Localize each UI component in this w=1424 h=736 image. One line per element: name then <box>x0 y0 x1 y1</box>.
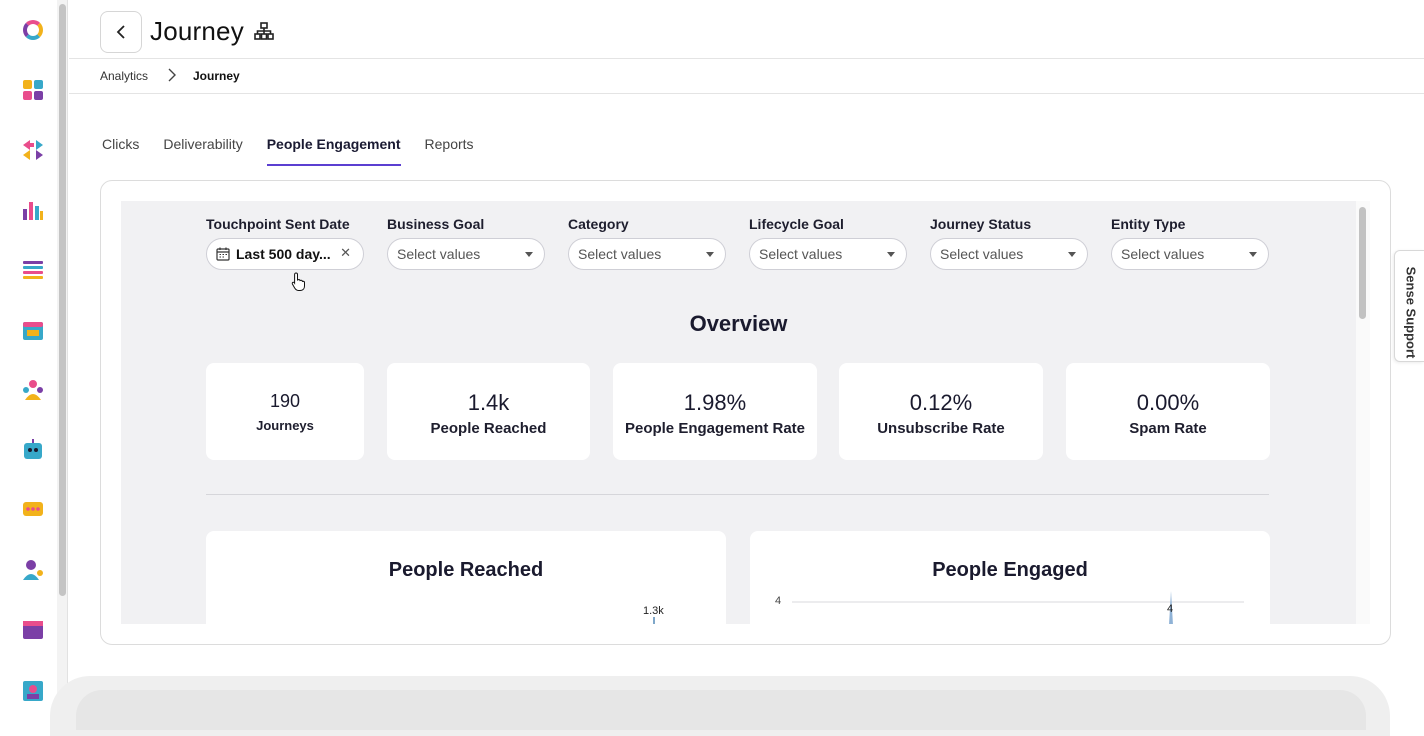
caret-down-icon <box>1249 252 1257 257</box>
filter-label: Business Goal <box>387 216 485 232</box>
select-placeholder: Select values <box>397 246 481 262</box>
page-title: Journey <box>150 16 244 46</box>
select-placeholder: Select values <box>940 246 1024 262</box>
journey-status-select[interactable]: Select values <box>930 238 1088 270</box>
filter-business-goal: Business Goal Select values <box>387 216 545 270</box>
caret-down-icon <box>1068 252 1076 257</box>
kpi-journeys: 190 Journeys <box>206 363 364 460</box>
journey-arrows-icon[interactable] <box>22 139 44 161</box>
chart-gridline <box>792 601 1244 603</box>
analytics-bar-icon[interactable] <box>22 199 44 221</box>
chat-icon[interactable] <box>22 499 44 521</box>
kpi-value: 190 <box>269 391 301 411</box>
tab-deliverability[interactable]: Deliverability <box>163 136 242 166</box>
hierarchy-icon[interactable] <box>254 22 274 40</box>
calendar-icon <box>216 247 230 261</box>
app-logo[interactable] <box>23 20 43 40</box>
date-range-select[interactable]: Last 500 day... ✕ <box>206 238 364 270</box>
overview-title: Overview <box>689 311 788 336</box>
kpi-value: 1.98% <box>683 390 747 415</box>
kpi-spam-rate: 0.00% Spam Rate <box>1066 363 1270 460</box>
kpi-label: People Reached <box>430 420 547 437</box>
dashboard-icon[interactable] <box>22 79 44 101</box>
chart-y-tick: 4 <box>775 595 782 607</box>
select-placeholder: Select values <box>578 246 662 262</box>
canvas-scrollbar[interactable] <box>1356 201 1370 624</box>
breadcrumb-analytics[interactable]: Analytics <box>100 69 148 83</box>
filter-lifecycle-goal: Lifecycle Goal Select values <box>749 216 907 270</box>
category-select[interactable]: Select values <box>568 238 726 270</box>
contacts-icon[interactable] <box>22 679 44 701</box>
filter-category: Category Select values <box>568 216 726 270</box>
sense-support-tab[interactable]: Sense Support <box>1394 250 1424 362</box>
people-engaged-chart: People Engaged 4 4 <box>750 531 1270 624</box>
tab-reports[interactable]: Reports <box>425 136 474 166</box>
nav-scrollbar[interactable] <box>57 0 68 704</box>
chart-data-label: 1.3k <box>643 605 664 617</box>
dashboard-canvas: Touchpoint Sent Date Last 500 day... ✕ B… <box>121 201 1356 624</box>
kpi-value: 0.00% <box>1136 390 1200 415</box>
lifecycle-goal-select[interactable]: Select values <box>749 238 907 270</box>
kpi-value: 1.4k <box>467 390 510 415</box>
kpi-people-engagement-rate: 1.98% People Engagement Rate <box>613 363 817 460</box>
chevron-left-icon <box>116 25 125 39</box>
breadcrumb-current: Journey <box>193 69 240 83</box>
page-header: Journey <box>69 0 1424 59</box>
chart-title: People Engaged <box>932 559 1088 581</box>
chart-spike <box>653 617 655 624</box>
clear-icon[interactable]: ✕ <box>340 245 351 261</box>
filter-label: Journey Status <box>930 216 1032 232</box>
kpi-unsubscribe-rate: 0.12% Unsubscribe Rate <box>839 363 1043 460</box>
kpi-label: Journeys <box>256 418 314 433</box>
audience-icon[interactable] <box>22 379 44 401</box>
filter-label: Entity Type <box>1111 216 1186 232</box>
filter-entity-type: Entity Type Select values <box>1111 216 1269 270</box>
calendar-icon[interactable] <box>22 319 44 341</box>
breadcrumb: Analytics Journey <box>69 60 1424 94</box>
filter-label: Lifecycle Goal <box>749 216 844 232</box>
kpi-label: Unsubscribe Rate <box>877 420 1005 437</box>
caret-down-icon <box>525 252 533 257</box>
canvas-scrollbar-thumb[interactable] <box>1359 207 1366 319</box>
date-range-value: Last 500 day... <box>236 246 331 262</box>
filter-label: Category <box>568 216 629 232</box>
filter-touchpoint-sent-date: Touchpoint Sent Date Last 500 day... ✕ <box>206 216 364 291</box>
chevron-right-icon <box>168 68 176 82</box>
kpi-people-reached: 1.4k People Reached <box>387 363 590 460</box>
nav-scrollbar-thumb[interactable] <box>59 4 66 596</box>
filter-journey-status: Journey Status Select values <box>930 216 1088 270</box>
kpi-label: People Engagement Rate <box>624 420 806 437</box>
caret-down-icon <box>887 252 895 257</box>
window-icon[interactable] <box>22 619 44 641</box>
entity-type-select[interactable]: Select values <box>1111 238 1269 270</box>
app-nav-rail <box>0 0 56 704</box>
bottom-panel-inner <box>76 690 1366 730</box>
kpi-value: 0.12% <box>909 390 973 415</box>
select-placeholder: Select values <box>759 246 843 262</box>
sense-support-label: Sense Support <box>1403 266 1419 359</box>
user-settings-icon[interactable] <box>22 559 44 581</box>
chart-data-label: 4 <box>1167 603 1174 615</box>
hand-cursor-icon <box>291 272 305 291</box>
business-goal-select[interactable]: Select values <box>387 238 545 270</box>
bot-icon[interactable] <box>22 439 44 461</box>
tab-people-engagement[interactable]: People Engagement <box>266 136 401 166</box>
kpi-label: Spam Rate <box>1129 420 1207 437</box>
filter-label: Touchpoint Sent Date <box>206 216 350 232</box>
people-reached-chart: People Reached 1.3k <box>206 531 726 624</box>
select-placeholder: Select values <box>1121 246 1205 262</box>
section-divider <box>206 494 1269 495</box>
tab-clicks[interactable]: Clicks <box>102 136 139 166</box>
back-button[interactable] <box>100 11 142 53</box>
chart-title: People Reached <box>388 559 544 581</box>
list-icon[interactable] <box>22 259 44 281</box>
caret-down-icon <box>706 252 714 257</box>
tab-bar: Clicks Deliverability People Engagement … <box>102 136 474 166</box>
